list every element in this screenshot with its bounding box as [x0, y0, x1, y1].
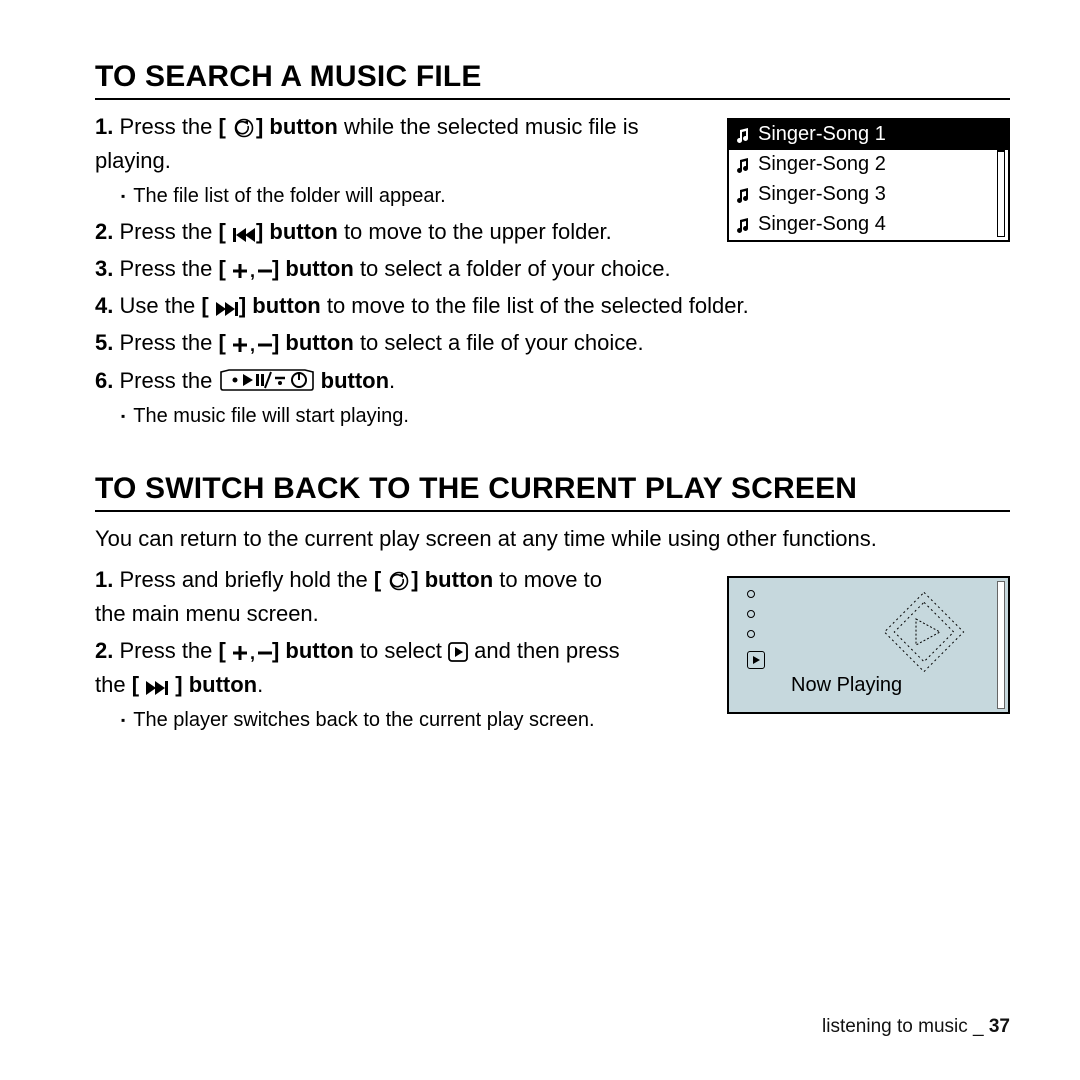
step-number: 3.	[95, 256, 113, 281]
menu-dot	[747, 610, 755, 618]
song-row: Singer-Song 4	[729, 210, 1008, 240]
scroll-thumb	[998, 124, 1004, 152]
footer-text: listening to music _	[822, 1016, 989, 1037]
back-circle-icon	[387, 571, 411, 591]
section2-title: TO SWITCH BACK TO THE CURRENT PLAY SCREE…	[95, 472, 1010, 512]
menu-dot	[747, 630, 755, 638]
step: 2. Press the [ ] button to move to the u…	[95, 215, 655, 249]
diamond-play-decoration	[882, 590, 966, 680]
play-square-icon	[448, 642, 468, 662]
song-title: Singer-Song 4	[758, 213, 886, 236]
menu-dots-column	[747, 590, 765, 669]
music-note-icon	[735, 157, 750, 173]
step: 6. Press the button.	[95, 364, 1010, 398]
step-number: 4.	[95, 293, 113, 318]
page-number: 37	[989, 1016, 1010, 1037]
power-play-icon	[219, 368, 315, 392]
step-number: 5.	[95, 330, 113, 355]
menu-dot	[747, 590, 755, 598]
plusminus-icon: ,	[232, 644, 272, 662]
song-list-illustration: Singer-Song 1 Singer-Song 2 Singer-Song 3 S…	[727, 118, 1010, 242]
step: 2. Press the [ ,] button to select and t…	[95, 634, 635, 702]
music-note-icon	[735, 127, 750, 143]
music-note-icon	[735, 187, 750, 203]
song-title: Singer-Song 2	[758, 153, 886, 176]
now-playing-menu-icon	[747, 651, 765, 669]
step: 4. Use the [ ] button to move to the fil…	[95, 289, 1010, 323]
step: 5. Press the [ ,] button to select a fil…	[95, 326, 1010, 360]
plusminus-icon: ,	[232, 336, 272, 354]
menu-illustration: Now Playing	[727, 576, 1010, 714]
plusminus-icon: ,	[232, 262, 272, 280]
svg-text:,: ,	[250, 262, 255, 280]
song-title: Singer-Song 3	[758, 183, 886, 206]
now-playing-label: Now Playing	[791, 674, 902, 697]
svg-text:,: ,	[250, 336, 255, 354]
section1-title: TO SEARCH A MUSIC FILE	[95, 60, 1010, 100]
step: 1. Press the [ ] button while the select…	[95, 110, 655, 178]
scrollbar	[997, 123, 1005, 237]
step-number: 6.	[95, 368, 113, 393]
step: 1. Press and briefly hold the [ ] button…	[95, 563, 635, 631]
prev-icon	[232, 227, 256, 243]
song-title: Singer-Song 1	[758, 123, 886, 146]
step-number: 2.	[95, 219, 113, 244]
svg-text:,: ,	[250, 644, 255, 662]
step: 3. Press the [ ,] button to select a fol…	[95, 252, 1010, 286]
page-footer: listening to music _ 37	[822, 1016, 1010, 1038]
song-row: Singer-Song 2	[729, 150, 1008, 180]
song-row: Singer-Song 1	[729, 120, 1008, 150]
scrollbar	[997, 581, 1005, 709]
step-note: The music file will start playing.	[121, 401, 1010, 432]
back-circle-icon	[232, 118, 256, 138]
section2-intro: You can return to the current play scree…	[95, 522, 1010, 555]
step-number: 1.	[95, 114, 113, 139]
next-icon	[145, 680, 169, 696]
next-icon	[215, 301, 239, 317]
song-row: Singer-Song 3	[729, 180, 1008, 210]
music-note-icon	[735, 217, 750, 233]
